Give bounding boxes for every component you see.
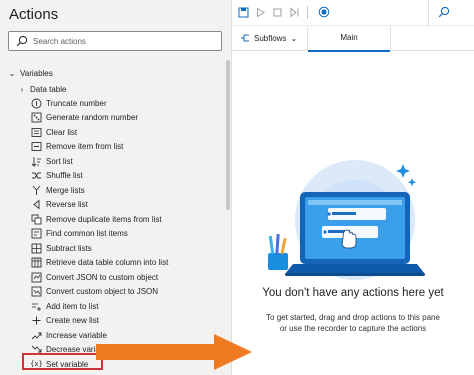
object-to-json-icon: [31, 286, 42, 297]
action-item[interactable]: Generate random number: [0, 111, 230, 126]
actions-pane: Actions ⌄ Variables › Data table Truncat…: [0, 0, 232, 375]
empty-state-subtitle-line2: or use the recorder to capture the actio…: [279, 324, 427, 333]
designer-tabs: Subflows ⌄ Main: [232, 27, 474, 52]
add-item-icon: [31, 301, 42, 312]
action-item-label: Remove duplicate items from list: [46, 214, 162, 224]
tab-main[interactable]: Main: [307, 27, 391, 52]
clear-list-icon: [31, 127, 42, 138]
drag-arrow: [96, 334, 252, 370]
action-item[interactable]: Truncate number: [0, 96, 230, 111]
action-item[interactable]: Subtract lists: [0, 241, 230, 256]
action-item-label: Subtract lists: [46, 243, 92, 253]
json-to-object-icon: [31, 272, 42, 283]
action-item[interactable]: Sort list: [0, 154, 230, 169]
truncate-number-icon: [31, 98, 42, 109]
empty-state-subtitle-line1: To get started, drag and drop actions to…: [266, 313, 440, 322]
action-item-label: Retrieve data table column into list: [46, 258, 169, 268]
tab-main-label: Main: [340, 33, 358, 42]
find-common-icon: [31, 228, 42, 239]
chevron-right-icon: ›: [20, 84, 24, 94]
search-input[interactable]: [33, 34, 218, 49]
action-item[interactable]: Remove duplicate items from list: [0, 212, 230, 227]
remove-duplicates-icon: [31, 214, 42, 225]
tab-subflows[interactable]: Subflows ⌄: [240, 33, 297, 43]
search-flow-button[interactable]: [438, 6, 450, 18]
toolbar-divider: [307, 6, 308, 19]
action-item[interactable]: Reverse list: [0, 198, 230, 213]
action-item[interactable]: Add item to list: [0, 299, 230, 314]
search-icon: [16, 35, 28, 47]
random-number-icon: [31, 112, 42, 123]
remove-item-icon: [31, 141, 42, 152]
actions-scrollbar[interactable]: [226, 60, 230, 210]
run-button[interactable]: [254, 6, 266, 18]
empty-state-subtitle: To get started, drag and drop actions to…: [236, 312, 470, 334]
action-item[interactable]: Merge lists: [0, 183, 230, 198]
action-item-label: Convert custom object to JSON: [46, 287, 159, 297]
highlight-box: [22, 353, 103, 370]
shuffle-list-icon: [31, 170, 42, 181]
designer-toolbar: [232, 0, 474, 26]
action-item-label: Convert JSON to custom object: [46, 272, 159, 282]
action-item[interactable]: Convert JSON to custom object: [0, 270, 230, 285]
tree-node-variables-label: Variables: [20, 68, 53, 78]
action-item-label: Truncate number: [46, 98, 107, 108]
action-item-label: Sort list: [46, 156, 73, 166]
save-icon: [238, 7, 248, 17]
step-icon: [290, 6, 298, 18]
merge-lists-icon: [31, 185, 42, 196]
stop-button[interactable]: [271, 6, 283, 18]
chevron-down-icon: ⌄: [8, 68, 16, 78]
retrieve-column-icon: [31, 257, 42, 268]
action-item[interactable]: Retrieve data table column into list: [0, 256, 230, 271]
action-item[interactable]: Shuffle list: [0, 169, 230, 184]
action-item[interactable]: Convert custom object to JSON: [0, 285, 230, 300]
tree-node-variables[interactable]: ⌄ Variables: [0, 66, 230, 80]
reverse-list-icon: [31, 199, 42, 210]
record-button[interactable]: [318, 6, 330, 18]
toolbar-divider: [428, 0, 429, 26]
action-item-label: Generate random number: [46, 113, 139, 123]
save-button[interactable]: [237, 6, 249, 18]
action-item-label: Merge lists: [46, 185, 85, 195]
empty-state-illustration: [268, 160, 425, 280]
action-list: Truncate number Generate random number C…: [0, 96, 230, 372]
action-item-label: Reverse list: [46, 200, 88, 210]
action-item-label: Create new list: [46, 316, 99, 326]
play-icon: [256, 7, 265, 17]
next-step-button[interactable]: [288, 6, 300, 18]
record-icon: [318, 6, 330, 18]
action-item[interactable]: Create new list: [0, 314, 230, 329]
tab-subflows-label: Subflows: [254, 33, 287, 43]
action-item-label: Add item to list: [46, 301, 99, 311]
increase-variable-icon: [31, 330, 42, 341]
action-item-label: Shuffle list: [46, 171, 83, 181]
tree-node-data-table[interactable]: › Data table: [0, 82, 230, 96]
tree-node-data-table-label: Data table: [30, 84, 67, 94]
action-item-label: Clear list: [46, 127, 78, 137]
actions-pane-title: Actions: [9, 6, 59, 23]
sort-list-icon: [31, 156, 42, 167]
create-list-icon: [31, 315, 42, 326]
action-item-label: Remove item from list: [46, 142, 124, 152]
action-item[interactable]: Remove item from list: [0, 140, 230, 155]
empty-state-title: You don't have any actions here yet: [262, 287, 444, 299]
action-item[interactable]: Clear list: [0, 125, 230, 140]
search-box[interactable]: [8, 31, 222, 51]
subtract-lists-icon: [31, 243, 42, 254]
subflows-icon: [241, 34, 249, 42]
search-icon: [438, 6, 450, 18]
stop-icon: [273, 8, 281, 16]
action-item[interactable]: Find common list items: [0, 227, 230, 242]
chevron-down-icon: ⌄: [290, 33, 298, 43]
action-item-label: Find common list items: [46, 229, 128, 239]
